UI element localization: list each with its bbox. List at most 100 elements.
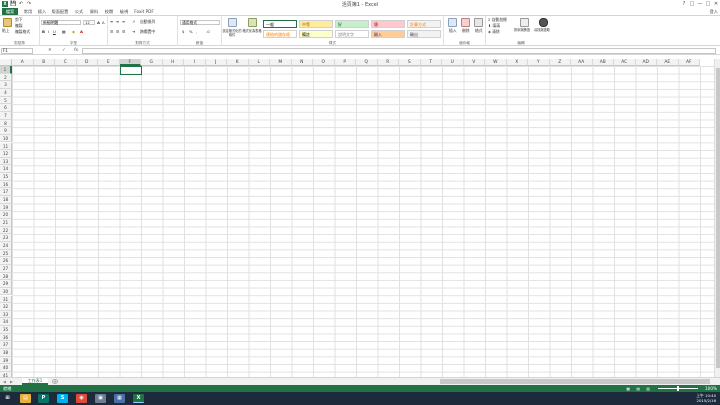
column-header-K[interactable]: K: [227, 59, 249, 66]
column-header-D[interactable]: D: [76, 59, 98, 66]
fill-color-icon[interactable]: ◆: [72, 29, 75, 34]
normal-view-icon[interactable]: ▦: [626, 385, 630, 392]
insert-function-icon[interactable]: fx: [74, 48, 78, 54]
cell-style-3[interactable]: 壞: [371, 20, 405, 28]
indent-icon[interactable]: ⇥: [132, 29, 135, 34]
wrap-text-button[interactable]: 自動換列: [140, 19, 155, 24]
column-header-H[interactable]: H: [162, 59, 184, 66]
conditional-format-icon[interactable]: [228, 18, 237, 27]
help-icon[interactable]: ?: [680, 1, 688, 7]
column-header-P[interactable]: P: [334, 59, 356, 66]
font-size-select[interactable]: 12: [83, 20, 95, 25]
column-header-N[interactable]: N: [291, 59, 313, 66]
column-header-A[interactable]: A: [12, 59, 34, 66]
align-top-icon[interactable]: ≡: [110, 19, 113, 24]
vertical-scroll-thumb[interactable]: [716, 68, 720, 368]
cancel-icon[interactable]: ✕: [48, 48, 52, 54]
column-header-L[interactable]: L: [248, 59, 270, 66]
column-header-Y[interactable]: Y: [528, 59, 550, 66]
row-header-39[interactable]: 39: [0, 356, 12, 365]
bold-icon[interactable]: B: [42, 29, 45, 34]
fill-button[interactable]: ⬇ 填滿: [488, 23, 500, 28]
row-header-8[interactable]: 8: [0, 119, 12, 128]
insert-cells-button[interactable]: 插入: [449, 28, 457, 33]
row-header-23[interactable]: 23: [0, 234, 12, 242]
underline-icon[interactable]: U: [53, 29, 56, 34]
cell-style-4[interactable]: 計算方式: [407, 20, 441, 28]
column-header-C[interactable]: C: [55, 59, 77, 66]
borders-icon[interactable]: ▦: [62, 29, 66, 34]
tab-view[interactable]: 檢視: [118, 8, 130, 15]
align-middle-icon[interactable]: ≡: [116, 19, 119, 24]
zoom-level[interactable]: 100%: [705, 385, 717, 392]
column-header-AD[interactable]: AD: [635, 59, 657, 66]
row-header-38[interactable]: 38: [0, 349, 12, 357]
align-right-icon[interactable]: ☰: [122, 29, 125, 34]
paste-icon[interactable]: [3, 18, 12, 27]
find-select-icon[interactable]: [539, 18, 548, 27]
column-header-I[interactable]: I: [184, 59, 206, 66]
column-header-W[interactable]: W: [485, 59, 507, 66]
cell-style-2[interactable]: 好: [335, 20, 369, 28]
row-header-30[interactable]: 30: [0, 287, 12, 296]
row-header-15[interactable]: 15: [0, 173, 12, 181]
tab-page-layout[interactable]: 版面配置: [50, 8, 70, 15]
active-cell[interactable]: [119, 66, 142, 75]
tab-data[interactable]: 資料: [88, 8, 100, 15]
format-cells-icon[interactable]: [474, 18, 483, 27]
column-header-T[interactable]: T: [420, 59, 442, 66]
italic-icon[interactable]: I: [48, 29, 49, 34]
next-sheet-icon[interactable]: ▶: [10, 379, 13, 384]
row-header-40[interactable]: 40: [0, 364, 12, 372]
row-header-24[interactable]: 24: [0, 241, 12, 250]
row-header-11[interactable]: 11: [0, 142, 12, 151]
paste-label[interactable]: 貼上: [2, 28, 10, 33]
row-header-5[interactable]: 5: [0, 96, 12, 105]
row-header-13[interactable]: 13: [0, 157, 12, 166]
column-header-AE[interactable]: AE: [657, 59, 679, 66]
row-header-17[interactable]: 17: [0, 188, 12, 197]
column-header-X[interactable]: X: [506, 59, 528, 66]
row-header-32[interactable]: 32: [0, 303, 12, 311]
clear-button[interactable]: ◈ 清除: [488, 29, 500, 34]
taskbar-clock[interactable]: 上午 10:40 2015/2/16: [696, 393, 716, 403]
row-header-25[interactable]: 25: [0, 249, 12, 258]
column-header-Z[interactable]: Z: [549, 59, 571, 66]
column-header-AA[interactable]: AA: [571, 59, 593, 66]
sort-filter-button[interactable]: 排序與篩選: [514, 28, 530, 33]
format-painter-button[interactable]: 複製格式: [15, 29, 30, 34]
tab-insert[interactable]: 插入: [36, 8, 48, 15]
row-header-1[interactable]: 1: [0, 66, 12, 74]
row-header-37[interactable]: 37: [0, 341, 12, 350]
insert-cells-icon[interactable]: [448, 18, 457, 27]
row-header-3[interactable]: 3: [0, 81, 12, 89]
align-bottom-icon[interactable]: ≡: [122, 19, 125, 24]
tab-review[interactable]: 校閱: [103, 8, 115, 15]
currency-icon[interactable]: $: [182, 29, 184, 34]
minimize-button[interactable]: —: [696, 1, 704, 7]
row-header-16[interactable]: 16: [0, 180, 12, 189]
prev-sheet-icon[interactable]: ◀: [3, 379, 6, 384]
autosum-button[interactable]: Σ 自動加總: [488, 17, 507, 22]
copy-button[interactable]: 複製: [15, 23, 23, 28]
cell-style-7[interactable]: 說明文字: [335, 30, 369, 38]
shrink-font-icon[interactable]: A: [102, 20, 105, 25]
row-header-7[interactable]: 7: [0, 111, 12, 120]
column-header-Q[interactable]: Q: [356, 59, 378, 66]
row-header-35[interactable]: 35: [0, 326, 12, 334]
row-header-4[interactable]: 4: [0, 88, 12, 97]
column-header-M[interactable]: M: [270, 59, 292, 66]
find-select-button[interactable]: 尋找與選取: [534, 28, 550, 33]
tab-home[interactable]: 常用: [22, 8, 34, 15]
horizontal-scroll-thumb[interactable]: [440, 379, 710, 384]
cut-button[interactable]: 剪下: [15, 17, 23, 22]
column-header-R[interactable]: R: [377, 59, 399, 66]
row-header-19[interactable]: 19: [0, 203, 12, 212]
format-cells-button[interactable]: 格式: [475, 28, 483, 33]
comma-icon[interactable]: ,: [196, 29, 197, 34]
row-header-21[interactable]: 21: [0, 219, 12, 227]
row-header-10[interactable]: 10: [0, 134, 12, 143]
vertical-scrollbar[interactable]: [714, 59, 720, 377]
row-header-27[interactable]: 27: [0, 264, 12, 273]
row-header-26[interactable]: 26: [0, 257, 12, 265]
